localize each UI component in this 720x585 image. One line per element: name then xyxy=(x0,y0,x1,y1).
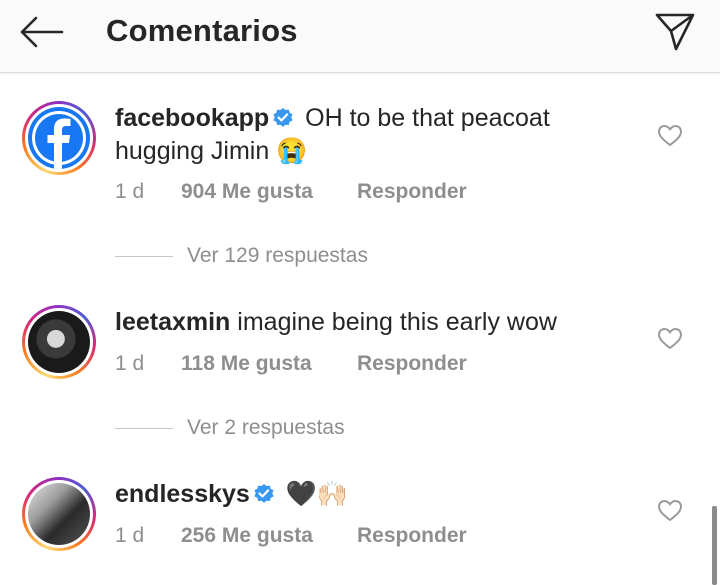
avatar xyxy=(28,311,90,373)
verified-badge-icon xyxy=(254,484,274,503)
view-replies-link[interactable]: Ver 129 respuestas xyxy=(115,244,368,268)
comment-body: leetaxmin imagine being this early wow xyxy=(115,306,635,339)
facebook-logo-icon xyxy=(32,111,86,169)
comment-username[interactable]: facebookapp xyxy=(115,104,269,132)
reply-button[interactable]: Responder xyxy=(357,524,467,548)
share-button[interactable] xyxy=(652,10,698,54)
heart-icon[interactable] xyxy=(656,497,684,523)
scrollbar[interactable] xyxy=(712,506,717,585)
comment-body: endlesskys 🖤🙌🏻 xyxy=(115,478,635,511)
top-bar: Comentarios xyxy=(0,0,720,73)
view-replies-text: Ver 129 respuestas xyxy=(187,244,368,267)
paper-plane-icon xyxy=(655,13,695,51)
reply-button[interactable]: Responder xyxy=(357,180,467,204)
like-count[interactable]: 118 Me gusta xyxy=(181,352,357,376)
avatar-story-ring[interactable] xyxy=(22,477,96,551)
heart-icon[interactable] xyxy=(656,325,684,351)
comment-time: 1 d xyxy=(115,524,145,547)
comment-username[interactable]: leetaxmin xyxy=(115,308,230,336)
comment-meta: 1 d 904 Me gusta Responder xyxy=(115,180,467,204)
comment-text: 🖤🙌🏻 xyxy=(285,480,349,508)
back-button[interactable] xyxy=(16,10,68,54)
verified-badge-icon xyxy=(273,108,293,127)
avatar xyxy=(28,483,90,545)
view-replies-text: Ver 2 respuestas xyxy=(187,416,345,439)
like-count[interactable]: 904 Me gusta xyxy=(181,180,357,204)
view-replies-link[interactable]: Ver 2 respuestas xyxy=(115,416,345,440)
like-count[interactable]: 256 Me gusta xyxy=(181,524,357,548)
avatar-story-ring[interactable] xyxy=(22,101,96,175)
comment-body: facebookapp OH to be that peacoat huggin… xyxy=(115,102,635,168)
comment-meta: 1 d 118 Me gusta Responder xyxy=(115,352,467,376)
comment-time: 1 d xyxy=(115,180,145,203)
divider-line xyxy=(115,427,173,429)
comment-time: 1 d xyxy=(115,352,145,375)
comment-text: imagine being this early wow xyxy=(237,308,557,336)
comment-meta: 1 d 256 Me gusta Responder xyxy=(115,524,467,548)
arrow-left-icon xyxy=(20,16,64,48)
avatar-story-ring[interactable] xyxy=(22,305,96,379)
heart-icon[interactable] xyxy=(656,122,684,148)
page-title: Comentarios xyxy=(106,13,298,48)
avatar xyxy=(28,107,90,169)
comment-username[interactable]: endlesskys xyxy=(115,480,250,508)
divider-line xyxy=(115,255,173,257)
reply-button[interactable]: Responder xyxy=(357,352,467,376)
